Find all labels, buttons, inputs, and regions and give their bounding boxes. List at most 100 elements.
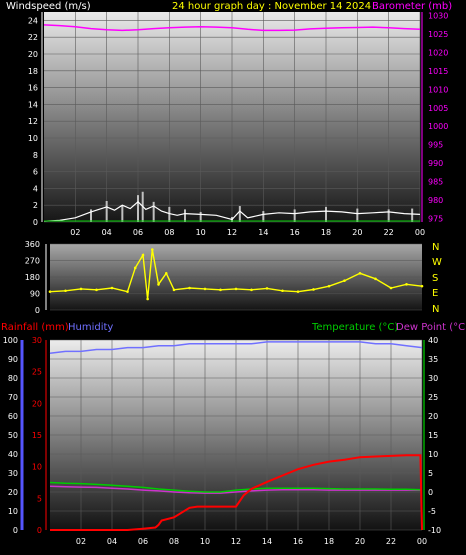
humidity-tick-label: 50 xyxy=(8,431,18,440)
rainfall-tick-label: 10 xyxy=(32,463,42,472)
wind-direction-point xyxy=(172,288,176,292)
temperature-tick-label: 35 xyxy=(428,355,438,364)
barometer-tick-label: 1010 xyxy=(428,85,448,94)
humidity-tick-label: 0 xyxy=(13,526,18,535)
compass-east: E xyxy=(432,288,438,299)
wind-direction-point xyxy=(64,289,67,293)
humidity-tick-label: 80 xyxy=(8,374,18,383)
wind-direction-point xyxy=(343,279,346,282)
rain-temp-x-tick-label: 16 xyxy=(293,537,303,546)
rain-temp-x-tick-label: 14 xyxy=(262,537,272,546)
rain-temp-x-tick-label: 20 xyxy=(355,537,365,546)
direction-tick-label: 360 xyxy=(25,240,40,249)
barometer-tick-label: 980 xyxy=(428,196,443,205)
rainfall-tick-label: 25 xyxy=(32,368,42,377)
wind-direction-point xyxy=(219,288,222,292)
temperature-tick-label: 25 xyxy=(428,393,438,402)
barometer-tick-label: 990 xyxy=(428,159,443,168)
wind-direction-point xyxy=(110,286,114,290)
wind-direction-point xyxy=(151,248,154,251)
compass-north-bottom: N xyxy=(432,304,439,315)
weather-graph: Windspeed (m/s) 24 hour graph day : Nove… xyxy=(1,1,466,546)
humidity-tick-label: 100 xyxy=(3,336,18,345)
barometer-tick-label: 1030 xyxy=(428,12,448,21)
compass-south: S xyxy=(432,273,438,284)
temperature-tick-label: -5 xyxy=(428,507,436,516)
wind-direction-point xyxy=(312,288,315,291)
barometer-axis-label: Barometer (mb) xyxy=(372,1,452,12)
wind-direction-point xyxy=(188,286,191,290)
wind-x-tick-label: 00 xyxy=(415,228,425,237)
rainfall-tick-label: 0 xyxy=(37,526,42,535)
windspeed-tick-label: 10 xyxy=(28,134,38,143)
wind-direction-point xyxy=(296,290,300,293)
barometer-tick-label: 1005 xyxy=(428,104,448,113)
rainfall-tick-label: 5 xyxy=(37,494,42,503)
rain-temp-x-tick-label: 22 xyxy=(386,537,396,546)
windspeed-tick-label: 24 xyxy=(28,16,38,25)
barometer-tick-label: 1015 xyxy=(428,67,448,76)
direction-tick-label: 270 xyxy=(25,257,40,266)
wind-direction-point xyxy=(146,297,149,301)
barometer-tick-label: 1020 xyxy=(428,49,448,58)
windspeed-tick-label: 6 xyxy=(33,168,38,177)
barometer-tick-label: 975 xyxy=(428,214,443,223)
temperature-tick-label: 30 xyxy=(428,374,438,383)
wind-direction-point xyxy=(250,288,253,292)
wind-direction-point xyxy=(203,287,207,291)
rain-temp-x-tick-label: 08 xyxy=(169,537,179,546)
temperature-tick-label: 40 xyxy=(428,336,438,345)
wind-direction-point xyxy=(327,284,331,288)
rainfall-tick-label: 30 xyxy=(32,336,42,345)
barometer-tick-label: 995 xyxy=(428,141,443,150)
temperature-tick-label: -10 xyxy=(428,526,441,535)
direction-tick-label: 180 xyxy=(25,273,40,282)
wind-direction-point xyxy=(164,272,168,275)
wind-direction-point xyxy=(157,283,160,286)
rainfall-tick-label: 20 xyxy=(32,399,42,408)
wind-direction-point xyxy=(265,287,269,290)
wind-direction-point xyxy=(126,290,129,293)
wind-x-tick-label: 16 xyxy=(290,228,300,237)
rain-temp-x-tick-label: 06 xyxy=(138,537,148,546)
rain-temp-x-tick-label: 00 xyxy=(417,537,427,546)
wind-x-tick-label: 14 xyxy=(258,228,268,237)
direction-tick-label: 0 xyxy=(35,306,40,315)
windspeed-tick-label: 0 xyxy=(33,218,38,227)
temperature-tick-label: 15 xyxy=(428,431,438,440)
wind-x-tick-label: 08 xyxy=(164,228,174,237)
humidity-tick-label: 10 xyxy=(8,507,18,516)
temperature-tick-label: 10 xyxy=(428,450,438,459)
wind-x-tick-label: 22 xyxy=(384,228,394,237)
wind-direction-point xyxy=(95,288,98,292)
wind-x-tick-label: 12 xyxy=(227,228,237,237)
rain-temp-x-tick-label: 12 xyxy=(231,537,241,546)
humidity-tick-label: 90 xyxy=(8,355,18,364)
wind-direction-point xyxy=(79,287,83,291)
rainfall-tick-label: 15 xyxy=(32,431,42,440)
wind-x-tick-label: 06 xyxy=(133,228,143,237)
temperature-axis-label: Temperature (°C) xyxy=(311,322,398,333)
windspeed-tick-label: 2 xyxy=(33,201,38,210)
wind-direction-point xyxy=(281,289,284,293)
wind-x-tick-label: 20 xyxy=(352,228,362,237)
compass-west: W xyxy=(432,257,442,268)
wind-direction-point xyxy=(374,277,377,281)
graph-title: 24 hour graph day : November 14 2024 xyxy=(172,1,371,12)
humidity-axis-label: Humidity xyxy=(68,322,113,333)
rain-temp-x-tick-label: 04 xyxy=(107,537,117,546)
humidity-tick-label: 40 xyxy=(8,450,18,459)
windspeed-tick-label: 4 xyxy=(33,184,38,193)
rain-temp-x-tick-label: 02 xyxy=(76,537,86,546)
windspeed-tick-label: 14 xyxy=(28,100,38,109)
wind-direction-point xyxy=(405,283,408,286)
temperature-tick-label: 5 xyxy=(428,469,433,478)
wind-direction-point xyxy=(141,253,145,257)
windspeed-tick-label: 12 xyxy=(28,117,38,126)
windspeed-tick-label: 16 xyxy=(28,84,38,93)
wind-x-tick-label: 04 xyxy=(102,228,112,237)
humidity-tick-label: 60 xyxy=(8,412,18,421)
wind-direction-point xyxy=(234,287,238,291)
wind-direction-point xyxy=(48,290,52,293)
windspeed-tick-label: 20 xyxy=(28,50,38,59)
